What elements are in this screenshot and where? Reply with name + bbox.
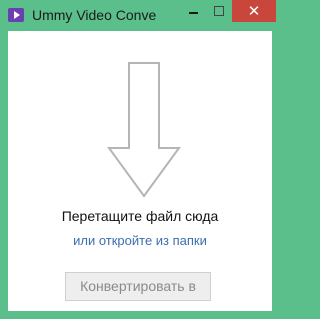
window-title: Ummy Video Conve: [32, 7, 157, 23]
minimize-button[interactable]: [180, 0, 206, 22]
down-arrow-icon: [107, 62, 181, 198]
convert-button[interactable]: Конвертировать в: [65, 272, 211, 301]
app-icon: [8, 8, 24, 22]
close-button[interactable]: ✕: [232, 0, 276, 22]
close-icon: ✕: [247, 2, 261, 20]
maximize-button[interactable]: [206, 0, 232, 22]
open-folder-link[interactable]: или откройте из папки: [8, 233, 272, 248]
title-bar[interactable]: Ummy Video Conve ✕: [0, 0, 280, 30]
app-window: Ummy Video Conve ✕ Перетащите файл сюда …: [0, 0, 280, 319]
maximize-icon: [214, 6, 224, 16]
drop-instruction: Перетащите файл сюда: [61, 208, 219, 224]
minimize-icon: [189, 12, 198, 14]
drop-zone[interactable]: Перетащите файл сюда или откройте из пап…: [8, 31, 272, 311]
